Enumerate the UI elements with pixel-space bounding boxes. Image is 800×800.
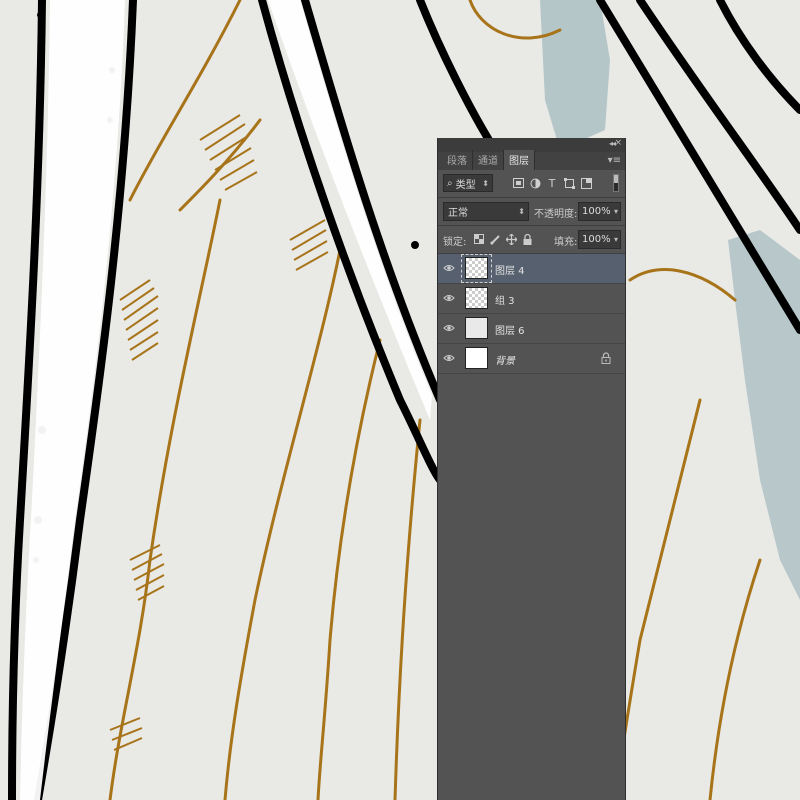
layer-row[interactable]: 图层 6 — [438, 314, 625, 344]
close-panel-icon[interactable]: × — [614, 138, 622, 148]
lock-all-icon[interactable] — [521, 233, 533, 245]
lock-image-pixels-icon[interactable] — [489, 233, 501, 245]
fill-label: 填充: — [554, 237, 578, 248]
opacity-label: 不透明度: — [534, 209, 578, 220]
blend-row: 正常 ⬍ 不透明度: 100% ▾ — [438, 198, 625, 226]
blend-mode-select[interactable]: 正常 ⬍ — [443, 202, 529, 221]
layer-thumbnail — [465, 317, 488, 339]
layer-row[interactable]: 组 3 — [438, 284, 625, 314]
chevron-down-icon[interactable]: ▾ — [614, 235, 618, 244]
shape-filter-icon[interactable] — [563, 176, 575, 190]
visibility-eye-icon[interactable] — [443, 323, 455, 333]
layer-name: 背景 — [495, 356, 515, 367]
tab-channels[interactable]: 通道 — [473, 150, 504, 170]
blend-mode-value: 正常 — [448, 208, 468, 219]
layer-thumbnail — [465, 257, 488, 279]
filter-row: ⌕ 类型 ⬍ T — [438, 170, 625, 198]
fill-input[interactable]: 100% ▾ — [578, 230, 621, 249]
layer-name: 组 3 — [495, 296, 515, 307]
opacity-value: 100% — [582, 206, 611, 217]
layer-row[interactable]: 背景 — [438, 344, 625, 374]
filter-kind-label: 类型 — [455, 179, 476, 191]
layer-thumbnail — [465, 347, 488, 369]
fill-value: 100% — [582, 234, 611, 245]
chevron-down-icon: ⬍ — [518, 207, 525, 216]
layers-panel: ◂◂ × 段落 通道 图层 ▾≡ ⌕ 类型 ⬍ T 正常 ⬍ 不透明度: 100… — [437, 138, 626, 800]
lock-transparent-pixels-icon[interactable] — [473, 233, 485, 245]
tab-paragraph[interactable]: 段落 — [442, 150, 473, 170]
layer-name: 图层 4 — [495, 266, 525, 277]
lock-icon — [601, 352, 611, 364]
lock-position-icon[interactable] — [505, 233, 517, 245]
lock-label: 锁定: — [443, 237, 467, 248]
adjustment-filter-icon[interactable] — [529, 176, 541, 190]
opacity-input[interactable]: 100% ▾ — [578, 202, 621, 221]
filter-kind-select[interactable]: ⌕ 类型 ⬍ — [443, 174, 493, 192]
search-icon: ⌕ — [447, 177, 453, 189]
canvas-artwork — [0, 0, 800, 800]
layer-row[interactable]: 图层 4 — [438, 254, 625, 284]
lock-row: 锁定: 填充: 100% ▾ — [438, 226, 625, 254]
panel-menu-icon[interactable]: ▾≡ — [608, 155, 621, 166]
layer-thumbnail — [465, 287, 488, 309]
layer-list: 图层 4 组 3 图层 6 背景 — [438, 254, 625, 374]
panel-tabs: 段落 通道 图层 ▾≡ — [438, 150, 625, 170]
layer-name: 图层 6 — [495, 326, 525, 337]
tab-layers[interactable]: 图层 — [504, 150, 535, 170]
text-filter-icon[interactable]: T — [546, 176, 558, 190]
chevron-down-icon[interactable]: ▾ — [614, 207, 618, 216]
smart-object-filter-icon[interactable] — [580, 176, 592, 190]
filter-toggle-switch[interactable] — [613, 174, 619, 192]
visibility-eye-icon[interactable] — [443, 353, 455, 363]
visibility-eye-icon[interactable] — [443, 263, 455, 273]
visibility-eye-icon[interactable] — [443, 293, 455, 303]
image-filter-icon[interactable] — [512, 176, 524, 190]
chevron-down-icon: ⬍ — [482, 178, 489, 188]
